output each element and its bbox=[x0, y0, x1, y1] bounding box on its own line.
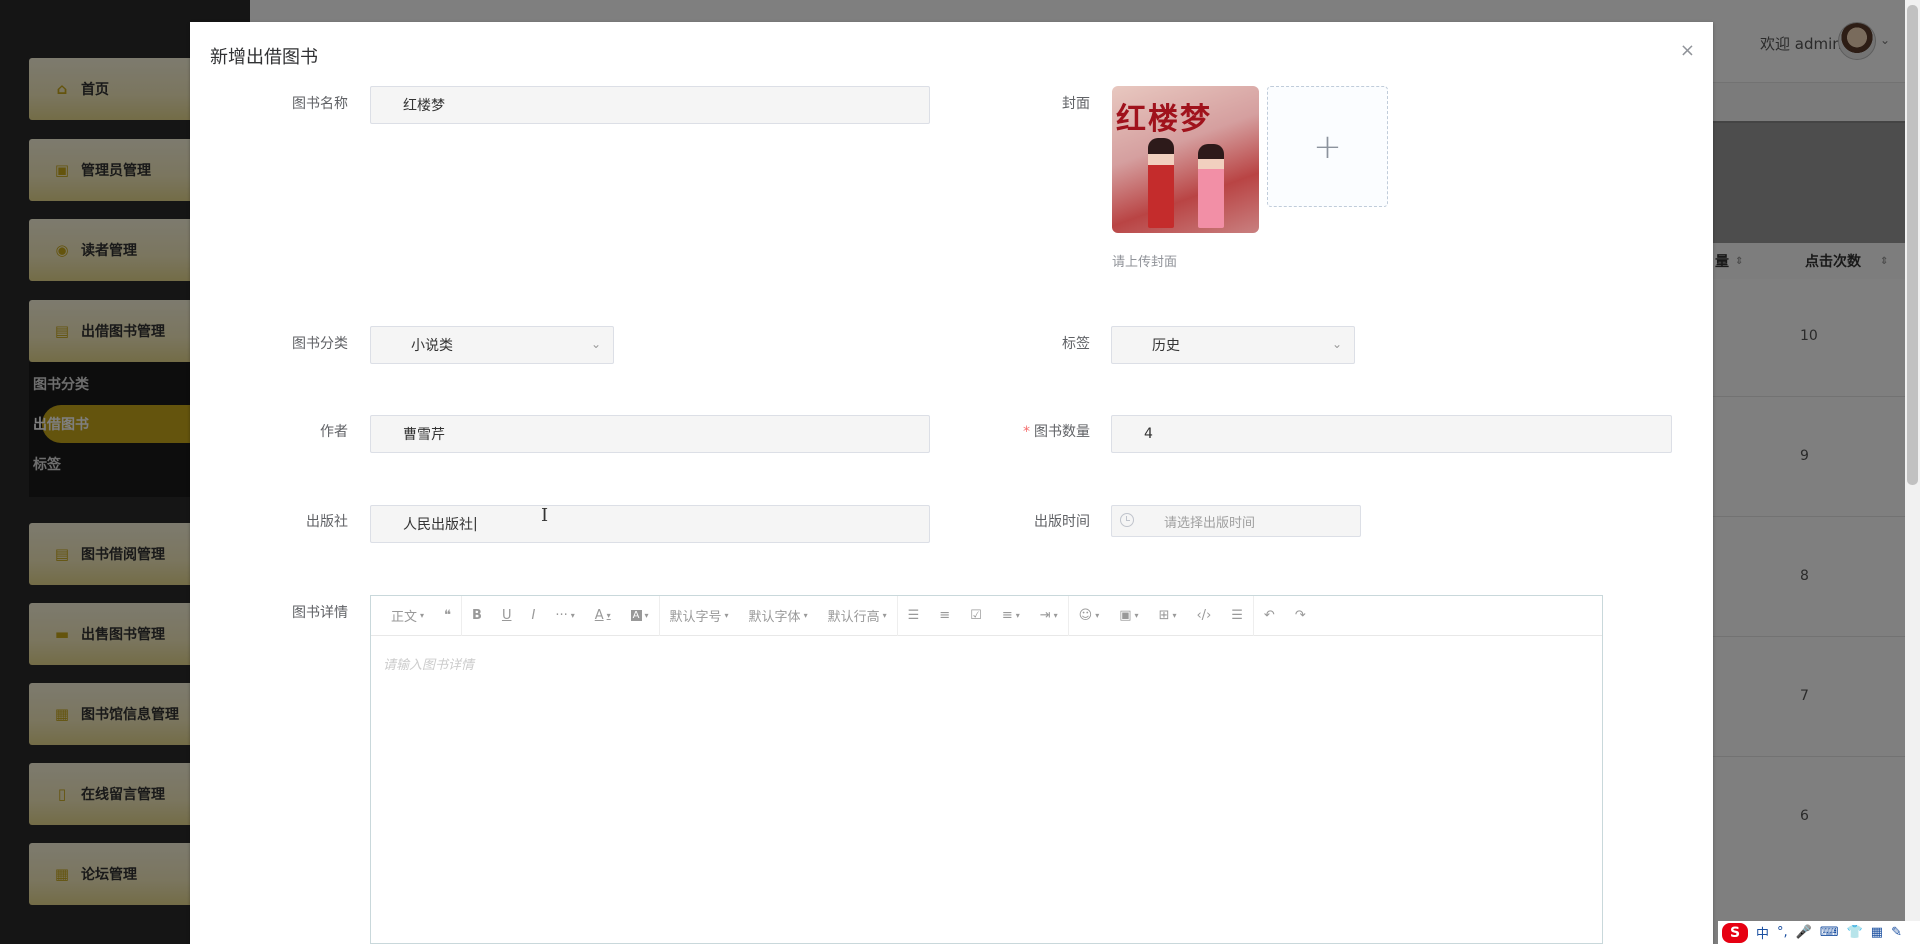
quote-icon[interactable]: ❝ bbox=[434, 596, 461, 636]
divider-icon[interactable]: ☰ bbox=[1221, 596, 1253, 636]
close-icon[interactable]: × bbox=[1680, 42, 1695, 60]
publish-date-picker[interactable]: 请选择出版时间 bbox=[1111, 505, 1361, 537]
bulleted-list-icon[interactable]: ☰ bbox=[898, 596, 930, 636]
font-size-dropdown[interactable]: 默认字号 ▾ bbox=[660, 596, 739, 636]
tag-label: 标签 bbox=[1062, 336, 1090, 352]
ime-tray: S 中 °, 🎤 ⌨ 👕 ▦ ✎ bbox=[1718, 921, 1920, 944]
cover-figure bbox=[1148, 138, 1174, 228]
indent-dropdown[interactable]: ⇥ ▾ bbox=[1030, 596, 1068, 636]
todo-icon[interactable]: ☑ bbox=[960, 596, 992, 636]
publisher-input[interactable]: 人民出版社 | bbox=[370, 505, 930, 543]
publish-date-placeholder: 请选择出版时间 bbox=[1164, 515, 1256, 531]
category-select[interactable]: 小说类 ⌄ bbox=[370, 326, 614, 364]
dialog-title: 新增出借图书 bbox=[210, 47, 318, 68]
more-dropdown[interactable]: ··· ▾ bbox=[545, 596, 584, 636]
category-label: 图书分类 bbox=[292, 336, 348, 352]
add-lend-book-dialog: 新增出借图书 × 图书名称 红楼梦 封面 红楼梦 + 请上传封面 图书分类 小说… bbox=[190, 22, 1713, 944]
quantity-input[interactable]: 4 bbox=[1111, 415, 1672, 453]
details-label: 图书详情 bbox=[292, 605, 348, 621]
author-input[interactable]: 曹雪芹 bbox=[370, 415, 930, 453]
rich-text-editor[interactable]: 正文 ▾ ❝ B U I ··· ▾ A ▾ A ▾ 默认字号 ▾ 默认字体 ▾ 默认行高 ▾… bbox=[370, 595, 1603, 944]
chinese-mode-icon[interactable]: 中 bbox=[1756, 923, 1769, 942]
numbered-list-icon[interactable]: ≡ bbox=[929, 596, 960, 636]
sogou-logo-icon[interactable]: S bbox=[1722, 922, 1748, 943]
publisher-input-value: 人民出版社 bbox=[403, 517, 473, 533]
font-family-dropdown[interactable]: 默认字体 ▾ bbox=[739, 596, 818, 636]
cover-label: 封面 bbox=[1062, 96, 1090, 112]
chevron-down-icon: ⌄ bbox=[590, 337, 601, 351]
keyboard-icon[interactable]: ⌨ bbox=[1820, 925, 1839, 940]
paragraph-style-dropdown[interactable]: 正文 ▾ bbox=[381, 596, 434, 636]
bold-icon[interactable]: B bbox=[462, 596, 492, 636]
line-height-dropdown[interactable]: 默认行高 ▾ bbox=[818, 596, 897, 636]
cover-image[interactable]: 红楼梦 bbox=[1112, 86, 1259, 233]
table-icon[interactable]: ⊞ ▾ bbox=[1149, 596, 1187, 636]
tag-select-value: 历史 bbox=[1152, 338, 1180, 354]
tag-select[interactable]: 历史 ⌄ bbox=[1111, 326, 1355, 364]
underline-icon[interactable]: U bbox=[492, 596, 522, 636]
required-mark: * bbox=[1023, 424, 1030, 440]
settings-icon[interactable]: ✎ bbox=[1891, 925, 1902, 940]
toolbox-icon[interactable]: ▦ bbox=[1871, 925, 1883, 940]
skin-icon[interactable]: 👕 bbox=[1847, 925, 1863, 940]
quantity-label: * 图书数量 bbox=[970, 421, 1090, 441]
quantity-label-text: 图书数量 bbox=[1034, 424, 1090, 440]
code-icon[interactable]: ‹/› bbox=[1186, 596, 1221, 636]
clock-icon bbox=[1120, 513, 1134, 527]
align-dropdown[interactable]: ≡ ▾ bbox=[992, 596, 1030, 636]
page-scrollbar-thumb[interactable] bbox=[1907, 5, 1918, 485]
book-name-input[interactable]: 红楼梦 bbox=[370, 86, 930, 124]
italic-icon[interactable]: I bbox=[521, 596, 545, 636]
emoji-icon[interactable]: ☺ ▾ bbox=[1069, 596, 1110, 636]
cover-image-title: 红楼梦 bbox=[1116, 102, 1212, 137]
plus-icon: + bbox=[1313, 126, 1342, 167]
author-label: 作者 bbox=[320, 424, 348, 440]
publisher-label: 出版社 bbox=[306, 514, 348, 530]
upload-cover-button[interactable]: + bbox=[1267, 86, 1388, 207]
chevron-down-icon: ⌄ bbox=[1331, 337, 1342, 351]
publish-date-label: 出版时间 bbox=[1034, 514, 1090, 530]
undo-icon[interactable]: ↶ bbox=[1254, 596, 1285, 636]
category-select-value: 小说类 bbox=[411, 338, 453, 354]
cover-hint: 请上传封面 bbox=[1112, 255, 1178, 270]
editor-toolbar: 正文 ▾ ❝ B U I ··· ▾ A ▾ A ▾ 默认字号 ▾ 默认字体 ▾ 默认行高 ▾… bbox=[371, 595, 1602, 636]
redo-icon[interactable]: ↷ bbox=[1285, 596, 1316, 636]
font-color-dropdown[interactable]: A ▾ bbox=[585, 596, 621, 636]
editor-placeholder: 请输入图书详情 bbox=[383, 658, 475, 673]
punctuation-icon[interactable]: °, bbox=[1777, 925, 1788, 940]
text-cursor-icon: I bbox=[541, 505, 549, 526]
background-color-dropdown[interactable]: A ▾ bbox=[621, 596, 659, 636]
book-name-label: 图书名称 bbox=[292, 96, 348, 112]
image-icon[interactable]: ▣ ▾ bbox=[1109, 596, 1148, 636]
cover-figure bbox=[1198, 144, 1224, 228]
microphone-icon[interactable]: 🎤 bbox=[1796, 925, 1812, 940]
